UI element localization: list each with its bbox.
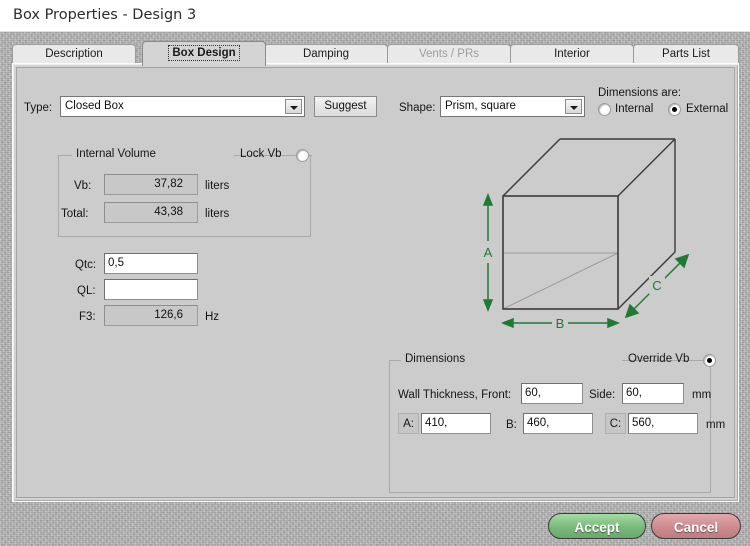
box-design-panel-inner: Type: Closed Box Suggest Shape: Prism, s… [16, 67, 735, 498]
diagram-label-c: C [652, 278, 661, 293]
dimension-a-button[interactable]: A: [398, 413, 419, 434]
ql-input[interactable] [104, 279, 198, 300]
shape-combobox-value: Prism, square [445, 100, 516, 112]
tab-damping-label: Damping [302, 48, 350, 60]
radio-external[interactable] [668, 103, 681, 116]
dimensions-are-label: Dimensions are: [598, 87, 682, 99]
chevron-down-icon[interactable] [285, 99, 302, 114]
tab-vents-prs[interactable]: Vents / PRs [387, 44, 511, 63]
tab-description[interactable]: Description [12, 44, 136, 63]
internal-volume-group: Internal Volume Lock Vb [58, 148, 312, 237]
f3-value-field: 126,6 [104, 305, 198, 326]
f3-label: F3: [79, 311, 96, 323]
cancel-button[interactable]: Cancel [651, 513, 741, 539]
shape-label: Shape: [399, 102, 436, 114]
dimension-a-input[interactable]: 410, [421, 413, 491, 434]
tab-parts-list-label: Parts List [662, 48, 710, 60]
lock-vb-label[interactable]: Lock Vb [240, 148, 282, 160]
dimension-b-input[interactable]: 460, [523, 413, 593, 434]
window-title: Box Properties - Design 3 [13, 7, 197, 23]
chevron-down-icon[interactable] [565, 99, 582, 114]
wall-thickness-front-input[interactable]: 60, [521, 383, 583, 404]
f3-unit-label: Hz [205, 311, 220, 323]
dimension-c-button[interactable]: C: [605, 413, 626, 434]
wall-unit-label: mm [692, 389, 712, 401]
tab-parts-list[interactable]: Parts List [633, 44, 739, 63]
tab-strip: Description Box Design Damping Vents / P… [12, 41, 739, 66]
radio-external-label[interactable]: External [686, 103, 728, 115]
tab-interior[interactable]: Interior [510, 44, 634, 63]
abc-unit-label: mm [706, 419, 726, 431]
dimension-b-label: B: [506, 419, 517, 431]
qtc-label: Qtc: [75, 259, 97, 271]
dimension-c-input[interactable]: 560, [628, 413, 698, 434]
tab-damping[interactable]: Damping [264, 44, 388, 63]
type-label: Type: [24, 102, 53, 114]
tab-interior-label: Interior [554, 48, 590, 60]
box-hidden-edges [502, 195, 619, 310]
radio-internal[interactable] [598, 103, 611, 116]
box-diagram-svg: A B C [481, 138, 690, 332]
wall-thickness-side-input[interactable]: 60, [622, 383, 684, 404]
window-title-bar: Box Properties - Design 3 [0, 0, 750, 32]
diagram-label-b: B [556, 316, 565, 331]
dimensions-group-title: Dimensions [405, 353, 466, 365]
internal-volume-group-title: Internal Volume [76, 148, 156, 160]
radio-override-vb[interactable] [703, 354, 716, 367]
box-diagram: A B C [460, 133, 710, 343]
ql-label: QL: [77, 285, 96, 297]
type-combobox-value: Closed Box [65, 100, 124, 112]
qtc-input[interactable]: 0,5 [104, 253, 198, 274]
diagram-label-a: A [484, 245, 493, 260]
box-design-panel: Type: Closed Box Suggest Shape: Prism, s… [12, 63, 739, 502]
tab-description-label: Description [45, 48, 103, 60]
override-vb-label[interactable]: Override Vb [628, 353, 689, 365]
tab-box-design-label: Box Design [168, 45, 240, 61]
tab-vents-prs-label: Vents / PRs [418, 48, 480, 60]
tab-box-design[interactable]: Box Design [142, 41, 266, 66]
wall-thickness-label: Wall Thickness, Front: [398, 389, 512, 401]
radio-internal-label[interactable]: Internal [615, 103, 653, 115]
total-label: Total: [61, 208, 89, 220]
total-value-field: 43,38 [104, 202, 198, 223]
type-combobox[interactable]: Closed Box [60, 96, 305, 117]
vb-value-field: 37,82 [104, 174, 198, 195]
shape-combobox[interactable]: Prism, square [440, 96, 585, 117]
suggest-button[interactable]: Suggest [314, 96, 377, 117]
dimension-arrows [482, 192, 690, 329]
vb-label: Vb: [74, 180, 92, 192]
wall-side-label: Side: [589, 389, 616, 401]
total-unit-label: liters [205, 208, 230, 220]
radio-lock-vb[interactable] [296, 149, 309, 162]
vb-unit-label: liters [205, 180, 230, 192]
accept-button[interactable]: Accept [548, 513, 646, 539]
